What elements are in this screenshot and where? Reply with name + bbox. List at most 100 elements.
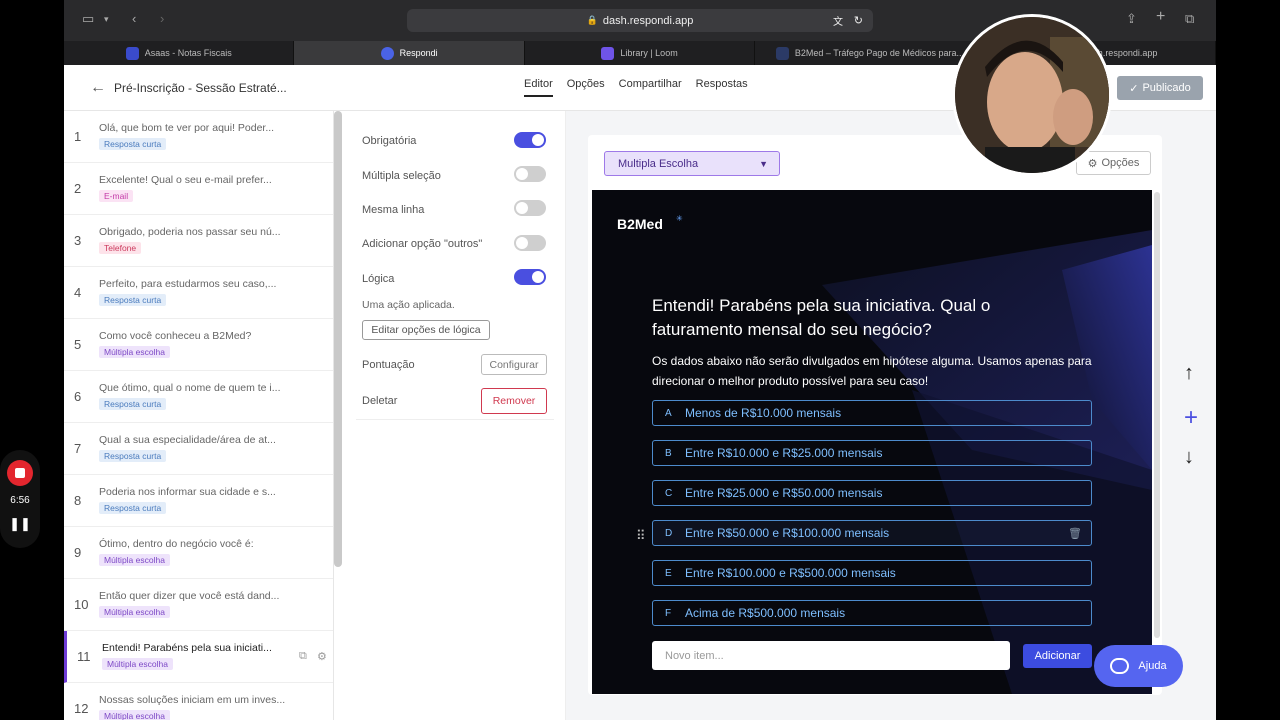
- other-option-toggle[interactable]: [514, 235, 546, 251]
- gear-icon[interactable]: ⚙: [317, 650, 327, 663]
- chevron-down-icon: ▼: [759, 158, 768, 169]
- tab-share[interactable]: Compartilhar: [619, 78, 682, 97]
- trash-icon[interactable]: 🗑: [1068, 527, 1082, 540]
- tab-loom[interactable]: Library | Loom: [525, 41, 756, 65]
- question-editor: Multipla Escolha ▼ Ob ⚙ Opções: [566, 111, 1216, 720]
- question-list-item[interactable]: 9 Ótimo, dentro do negócio você é: Múltipl…: [64, 527, 333, 579]
- question-list-item[interactable]: 12 Nossas soluções iniciam em um inves...…: [64, 683, 333, 720]
- edit-logic-button[interactable]: Editar opções de lógica: [362, 320, 490, 340]
- record-timer: 6:56: [10, 495, 30, 506]
- question-list-item[interactable]: 4 Perfeito, para estudarmos seu caso,... R…: [64, 267, 333, 319]
- publish-button[interactable]: ✓ Publicado: [1117, 76, 1203, 100]
- question-text: Excelente! Qual o seu e-mail prefer...: [99, 174, 272, 186]
- question-list-item[interactable]: 8 Poderia nos informar sua cidade e s... R…: [64, 475, 333, 527]
- tab-b2med[interactable]: B2Med – Tráfego Pago de Médicos para...: [755, 41, 986, 65]
- new-tab-icon[interactable]: +: [1156, 8, 1165, 26]
- lock-icon: 🔒: [586, 15, 598, 25]
- stop-record-button[interactable]: [7, 460, 33, 486]
- address-text: dash.respondi.app: [602, 14, 694, 27]
- option-key: C: [665, 487, 673, 499]
- question-text: Como você conheceu a B2Med?: [99, 330, 252, 342]
- back-icon[interactable]: ‹: [132, 11, 136, 26]
- question-number: 10: [74, 597, 89, 612]
- question-list-item[interactable]: 6 Que ótimo, qual o nome de quem te i... R…: [64, 371, 333, 423]
- chat-icon: [1110, 658, 1130, 674]
- question-subtitle[interactable]: Os dados abaixo não serão divulgados em …: [652, 351, 1092, 391]
- answer-option[interactable]: B Entre R$10.000 e R$25.000 mensais: [652, 440, 1092, 466]
- option-label[interactable]: Entre R$25.000 e R$50.000 mensais: [685, 486, 882, 500]
- remove-button[interactable]: Remover: [481, 388, 547, 414]
- question-number: 2: [74, 181, 82, 196]
- add-item-button[interactable]: Adicionar: [1023, 644, 1092, 668]
- move-up-icon[interactable]: ↑: [1184, 362, 1194, 385]
- question-type-select[interactable]: Multipla Escolha ▼: [604, 151, 780, 176]
- question-list-item[interactable]: 3 Obrigado, poderia nos passar seu nú... T…: [64, 215, 333, 267]
- tab-editor[interactable]: Editor: [524, 78, 553, 97]
- tab-overview-icon[interactable]: ⧉: [1185, 11, 1194, 27]
- question-list-item[interactable]: 5 Como você conheceu a B2Med? Múltipla esc…: [64, 319, 333, 371]
- logic-toggle[interactable]: [514, 269, 546, 285]
- option-label[interactable]: Entre R$10.000 e R$25.000 mensais: [685, 446, 882, 460]
- brand-logo: B2Med: [617, 216, 663, 232]
- tab-responses[interactable]: Respostas: [696, 78, 748, 97]
- tab-label: Asaas - Notas Fiscais: [144, 48, 232, 58]
- pause-icon[interactable]: ❚❚: [0, 516, 40, 532]
- publish-label: Publicado: [1142, 82, 1191, 94]
- add-question-icon[interactable]: +: [1184, 404, 1198, 432]
- sidebar-toggle-icon[interactable]: ▭: [82, 11, 94, 27]
- same-line-toggle[interactable]: [514, 200, 546, 216]
- question-options-button[interactable]: ⚙ Opções: [1076, 151, 1151, 175]
- app-window: ▭ ▾ ‹ › 🔒 dash.respondi.app 文 ↻ ⇪ + ⧉ As…: [64, 0, 1216, 720]
- tab-asaas[interactable]: Asaas - Notas Fiscais: [64, 41, 295, 65]
- answer-option[interactable]: A Menos de R$10.000 mensais: [652, 400, 1092, 426]
- form-preview: B2Med ✳ Entendi! Parabéns pela sua inici…: [592, 190, 1152, 694]
- required-toggle[interactable]: [514, 132, 546, 148]
- question-type-badge: Múltipla escolha: [99, 346, 170, 358]
- sidebar-scrollbar[interactable]: [334, 111, 342, 567]
- question-list-item[interactable]: 11 Entendi! Parabéns pela sua iniciati...…: [64, 631, 333, 683]
- duplicate-icon[interactable]: ⧉: [299, 650, 307, 663]
- answer-option[interactable]: D Entre R$50.000 e R$100.000 mensais 🗑: [652, 520, 1092, 546]
- multi-select-label: Múltipla seleção: [362, 170, 441, 182]
- question-text: Perfeito, para estudarmos seu caso,...: [99, 278, 277, 290]
- respondi-icon: [380, 46, 394, 60]
- option-label[interactable]: Acima de R$500.000 mensais: [685, 606, 845, 620]
- tab-respondi[interactable]: Respondi: [294, 41, 525, 65]
- move-down-icon[interactable]: ↓: [1184, 446, 1194, 469]
- score-label: Pontuação: [362, 359, 415, 371]
- option-label[interactable]: Entre R$100.000 e R$500.000 mensais: [685, 566, 896, 580]
- help-button[interactable]: Ajuda: [1094, 645, 1183, 687]
- option-label[interactable]: Entre R$50.000 e R$100.000 mensais: [685, 526, 889, 540]
- share-icon[interactable]: ⇪: [1126, 11, 1137, 27]
- tab-options[interactable]: Opções: [567, 78, 605, 97]
- logic-note: Uma ação aplicada.: [362, 299, 455, 311]
- question-list-item[interactable]: 10 Então quer dizer que você está dand...…: [64, 579, 333, 631]
- arrow-left-icon[interactable]: ←: [90, 79, 106, 97]
- question-type-badge: E-mail: [99, 190, 134, 202]
- multi-select-toggle[interactable]: [514, 166, 546, 182]
- question-text: Olá, que bom te ver por aqui! Poder...: [99, 122, 275, 134]
- question-list-item[interactable]: 1 Olá, que bom te ver por aqui! Poder... R…: [64, 111, 333, 163]
- reload-icon[interactable]: ↻: [854, 14, 863, 27]
- forward-icon[interactable]: ›: [160, 11, 164, 26]
- question-number: 5: [74, 337, 82, 352]
- question-list: 1 Olá, que bom te ver por aqui! Poder... R…: [64, 111, 334, 720]
- chevron-down-icon[interactable]: ▾: [104, 14, 109, 25]
- presenter-video: [955, 17, 1109, 173]
- editor-scrollbar[interactable]: [1154, 192, 1160, 638]
- question-list-item[interactable]: 2 Excelente! Qual o seu e-mail prefer... E…: [64, 163, 333, 215]
- question-list-item[interactable]: 7 Qual a sua especialidade/área de at... R…: [64, 423, 333, 475]
- option-label[interactable]: Menos de R$10.000 mensais: [685, 406, 841, 420]
- drag-handle-icon[interactable]: ⠿: [636, 528, 646, 544]
- option-key: F: [665, 607, 672, 619]
- configure-score-button[interactable]: Configurar: [481, 354, 547, 375]
- answer-option[interactable]: C Entre R$25.000 e R$50.000 mensais: [652, 480, 1092, 506]
- question-title[interactable]: Entendi! Parabéns pela sua iniciativa. Q…: [652, 294, 1082, 342]
- answer-option[interactable]: E Entre R$100.000 e R$500.000 mensais: [652, 560, 1092, 586]
- new-item-input[interactable]: Novo item...: [652, 641, 1010, 670]
- option-key: A: [665, 407, 672, 419]
- other-option-label: Adicionar opção "outros": [362, 238, 483, 250]
- translate-icon[interactable]: 文: [833, 13, 843, 28]
- address-bar[interactable]: 🔒 dash.respondi.app 文 ↻: [407, 9, 873, 32]
- answer-option[interactable]: F Acima de R$500.000 mensais: [652, 600, 1092, 626]
